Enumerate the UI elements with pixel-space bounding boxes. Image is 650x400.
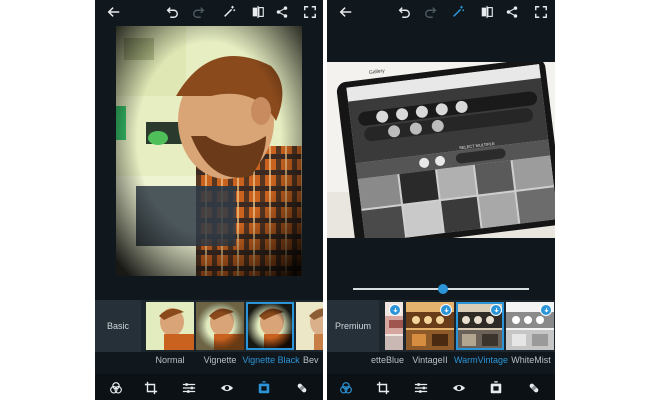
eye-icon[interactable] [218,379,236,397]
filter-strip: Basic [95,300,323,352]
filter-label-vignette[interactable]: Vignette [192,355,248,365]
filter-label-vintageii[interactable]: VintageII [406,355,454,365]
redo-icon[interactable] [422,3,440,21]
intensity-slider-knob[interactable] [437,284,448,294]
adjustments-icon[interactable] [412,379,430,397]
top-toolbar [95,0,323,24]
looks-icon[interactable] [337,379,355,397]
filter-label-vignetteblue[interactable]: etteBlue [371,355,407,365]
filter-strip: Premium [327,300,555,352]
right-phone-screen: Gallery SELECT MULTIPLE Premium etteBlue… [327,0,555,400]
filter-label-normal[interactable]: Normal [142,355,198,365]
filter-thumbnail-vintageii[interactable] [406,302,454,350]
looks-icon[interactable] [107,379,125,397]
bottom-toolbar [327,374,555,400]
download-badge-icon [389,304,401,316]
magic-wand-icon[interactable] [449,3,467,21]
filter-thumbnail-bev[interactable] [296,302,323,350]
compare-icon[interactable] [249,3,267,21]
compare-icon[interactable] [478,3,496,21]
share-icon[interactable] [273,3,291,21]
download-badge-icon [490,304,502,316]
back-arrow-icon[interactable] [337,3,355,21]
filter-thumbnail-vignette[interactable] [196,302,244,350]
filter-thumbnail-vignette-black[interactable] [246,302,294,350]
filter-thumbnail-normal[interactable] [146,302,194,350]
crop-icon[interactable] [142,379,160,397]
adjustments-icon[interactable] [180,379,198,397]
frames-icon[interactable] [255,379,273,397]
healing-icon[interactable] [293,379,311,397]
left-phone-screen: Basic Normal Vignette Vignette Black Bev [95,0,323,400]
download-badge-icon [540,304,552,316]
back-arrow-icon[interactable] [105,3,123,21]
top-toolbar [327,0,555,24]
bottom-toolbar [95,374,323,400]
category-label[interactable]: Basic [95,300,141,352]
category-label[interactable]: Premium [327,300,379,352]
download-badge-icon [440,304,452,316]
frames-icon[interactable] [487,379,505,397]
healing-icon[interactable] [525,379,543,397]
fullscreen-icon[interactable] [301,3,319,21]
filter-label-vignette-black[interactable]: Vignette Black [242,355,300,365]
filter-labels: etteBlue VintageII WarmVintage WhiteMist [327,355,555,369]
undo-icon[interactable] [395,3,413,21]
share-icon[interactable] [503,3,521,21]
filter-thumbnail-whitemist[interactable] [506,302,554,350]
magic-wand-icon[interactable] [220,3,238,21]
filter-thumbnail-vignetteblue[interactable] [375,302,403,350]
edited-photo [327,58,555,249]
filter-label-warmvintage[interactable]: WarmVintage [453,355,509,365]
redo-icon[interactable] [190,3,208,21]
filter-thumbnail-warmvintage[interactable] [456,302,504,350]
undo-icon[interactable] [163,3,181,21]
eye-icon[interactable] [450,379,468,397]
fullscreen-icon[interactable] [532,3,550,21]
edited-photo [116,26,302,276]
filter-label-bev[interactable]: Bev [303,355,323,365]
filter-label-whitemist[interactable]: WhiteMist [507,355,555,365]
crop-icon[interactable] [374,379,392,397]
